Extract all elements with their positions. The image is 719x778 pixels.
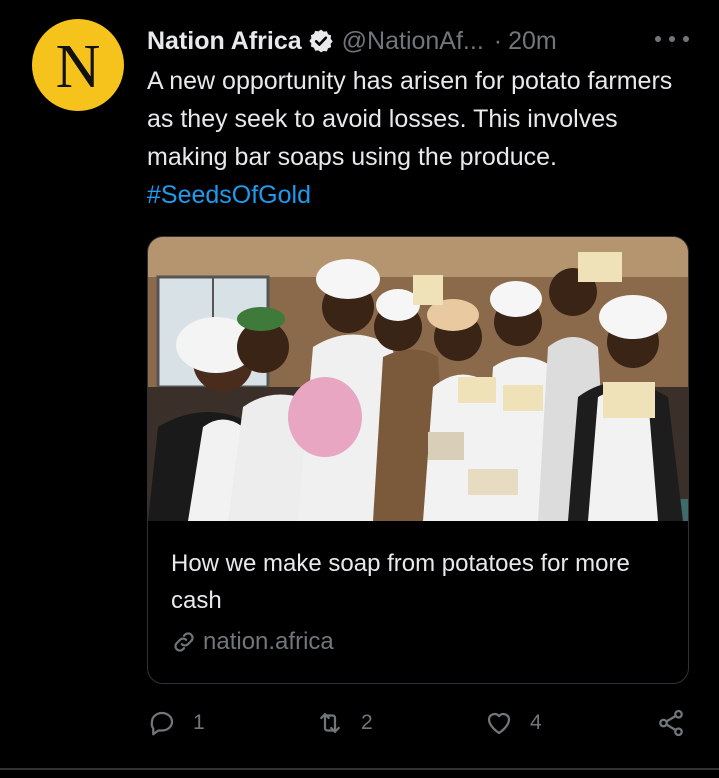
like-button[interactable]: 4 bbox=[484, 708, 542, 738]
tweet-header: Nation Africa @NationAf... · 20m bbox=[147, 24, 557, 58]
retweet-count: 2 bbox=[361, 711, 373, 734]
share-button[interactable] bbox=[656, 708, 686, 738]
display-name[interactable]: Nation Africa bbox=[147, 27, 302, 56]
card-domain[interactable]: nation.africa bbox=[171, 628, 334, 656]
tweet-actions: 1 2 4 bbox=[147, 708, 692, 744]
reply-count: 1 bbox=[193, 711, 205, 734]
reply-button[interactable]: 1 bbox=[147, 708, 205, 738]
card-title[interactable]: How we make soap from potatoes for more … bbox=[171, 545, 651, 619]
avatar[interactable]: N bbox=[32, 19, 124, 111]
heart-icon bbox=[487, 712, 511, 735]
link-icon bbox=[174, 632, 194, 652]
tweet-body: A new opportunity has arisen for potato … bbox=[147, 67, 673, 171]
separator-dot: · bbox=[493, 26, 503, 55]
more-options-icon[interactable] bbox=[655, 27, 689, 51]
share-icon bbox=[659, 709, 683, 737]
avatar-letter: N bbox=[55, 33, 101, 101]
tweet-text: A new opportunity has arisen for potato … bbox=[147, 62, 687, 214]
verified-badge-icon bbox=[308, 29, 333, 53]
divider bbox=[0, 768, 719, 770]
retweet-button[interactable]: 2 bbox=[315, 708, 373, 738]
like-count: 4 bbox=[530, 711, 542, 734]
card-domain-text: nation.africa bbox=[203, 628, 334, 655]
user-handle[interactable]: @NationAf... bbox=[342, 27, 484, 56]
reply-icon bbox=[150, 711, 174, 736]
card-image bbox=[148, 237, 688, 521]
retweet-icon bbox=[320, 713, 340, 733]
hashtag-link[interactable]: #SeedsOfGold bbox=[147, 181, 311, 209]
timestamp[interactable]: 20m bbox=[508, 27, 557, 56]
link-card[interactable]: How we make soap from potatoes for more … bbox=[147, 236, 689, 684]
